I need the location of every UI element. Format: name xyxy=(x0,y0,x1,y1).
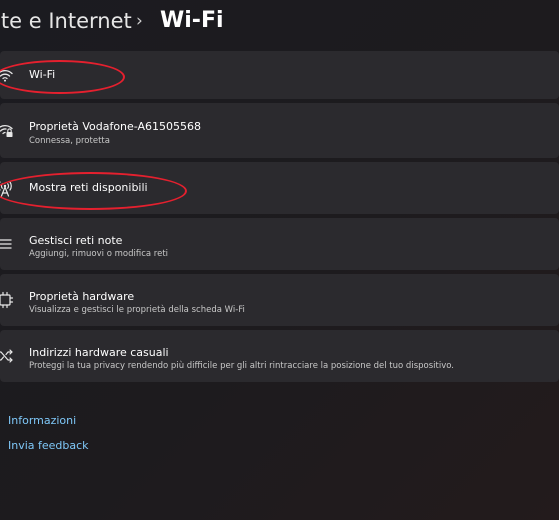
info-link[interactable]: Informazioni xyxy=(8,414,76,427)
page-title: Wi-Fi xyxy=(160,8,224,33)
row-label: Indirizzi hardware casuali xyxy=(29,346,169,359)
breadcrumb-separator: › xyxy=(136,11,143,31)
hardware-properties-row[interactable]: Proprietà hardware Visualizza e gestisci… xyxy=(0,274,559,326)
antenna-icon xyxy=(0,179,14,197)
row-label: Wi-Fi xyxy=(29,68,56,81)
random-hardware-addresses-row[interactable]: Indirizzi hardware casuali Proteggi la t… xyxy=(0,330,559,382)
row-description: Aggiungi, rimuovi o modifica reti xyxy=(29,249,169,259)
wifi-lock-icon xyxy=(0,121,14,139)
breadcrumb-parent[interactable]: ete e Internet xyxy=(0,9,132,33)
shuffle-icon xyxy=(0,347,14,365)
wifi-icon xyxy=(0,66,14,84)
row-label: Mostra reti disponibili xyxy=(29,181,148,194)
row-description: Connessa, protetta xyxy=(29,136,110,146)
chip-icon xyxy=(0,291,14,309)
row-description: Visualizza e gestisci le proprietà della… xyxy=(29,305,245,315)
feedback-link[interactable]: Invia feedback xyxy=(8,439,89,452)
manage-known-networks-row[interactable]: Gestisci reti note Aggiungi, rimuovi o m… xyxy=(0,218,559,270)
row-label: Gestisci reti note xyxy=(29,234,123,247)
row-label: Proprietà Vodafone-A61505568 xyxy=(29,120,202,133)
list-icon xyxy=(0,235,14,253)
row-label: Proprietà hardware xyxy=(29,290,135,303)
row-description: Proteggi la tua privacy rendendo più dif… xyxy=(29,361,454,371)
wifi-toggle-row[interactable]: Wi-Fi xyxy=(0,51,559,99)
network-properties-row[interactable]: Proprietà Vodafone-A61505568 Connessa, p… xyxy=(0,103,559,158)
page-header: ete e Internet › Wi-Fi xyxy=(0,0,559,48)
show-networks-row[interactable]: Mostra reti disponibili xyxy=(0,162,559,214)
